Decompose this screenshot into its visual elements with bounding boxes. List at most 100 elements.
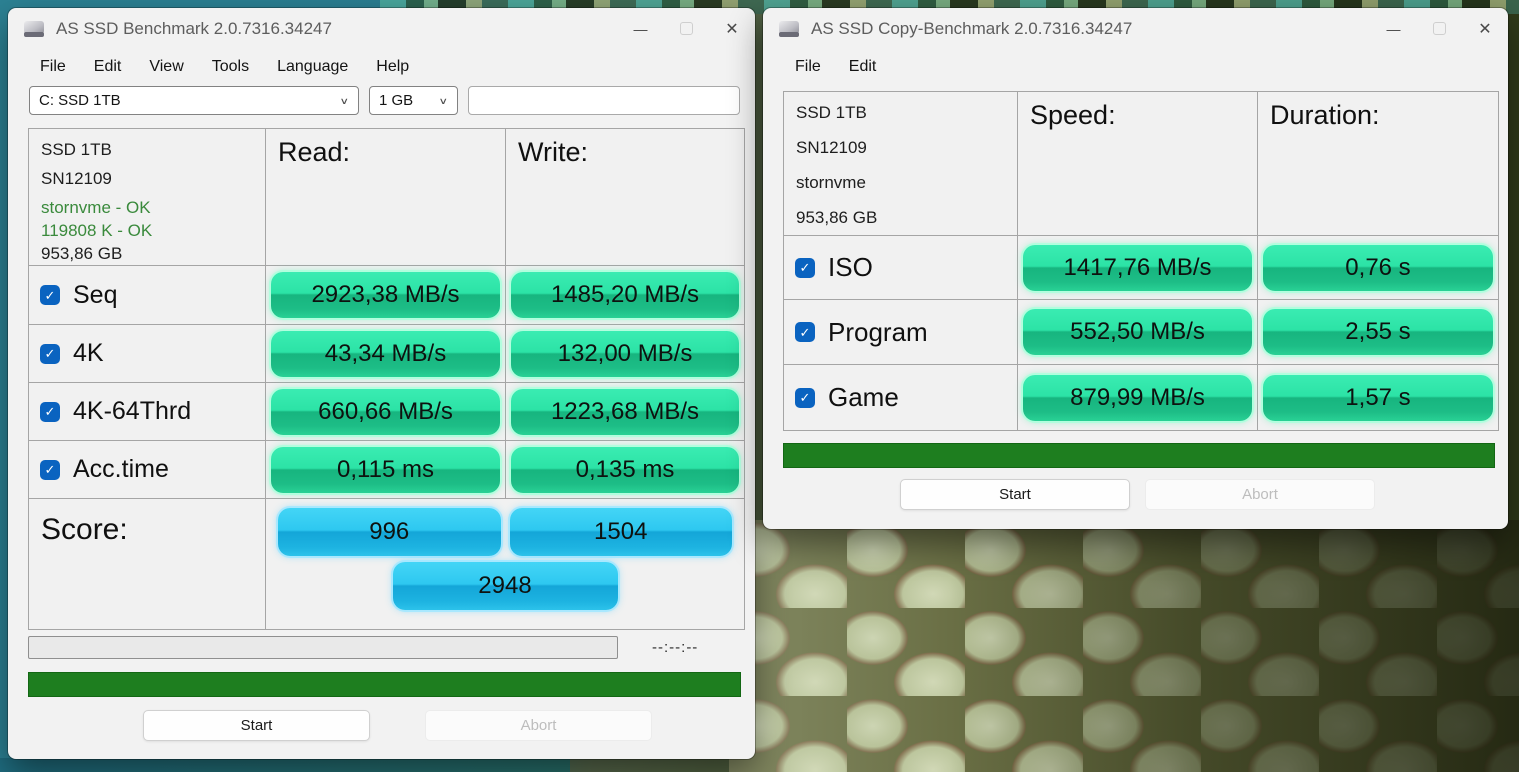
window-title: AS SSD Benchmark 2.0.7316.34247: [56, 19, 332, 39]
row-program-label-cell: ✓ Program: [784, 300, 1017, 364]
acctime-checkbox[interactable]: ✓: [40, 460, 60, 480]
row-4k-label-cell: ✓ 4K: [29, 325, 265, 382]
menubar: File Edit: [763, 49, 1508, 84]
score-total-value: 2948: [393, 562, 618, 610]
program-speed-cell: 552,50 MB/s: [1018, 300, 1257, 364]
iso-checkbox[interactable]: ✓: [795, 258, 815, 278]
drive-capacity: 953,86 GB: [796, 208, 1005, 228]
4k-read-cell: 43,34 MB/s: [266, 325, 505, 382]
score-read-value: 996: [278, 508, 501, 556]
row-label: Acc.time: [73, 455, 169, 484]
chevron-down-icon: ∨: [438, 95, 448, 106]
row-label: ISO: [828, 252, 873, 283]
checkmark-icon: ✓: [45, 463, 56, 476]
window-title: AS SSD Copy-Benchmark 2.0.7316.34247: [811, 19, 1132, 39]
row-label: Program: [828, 317, 928, 348]
checkmark-icon: ✓: [45, 405, 56, 418]
acctime-write-value: 0,135 ms: [511, 447, 739, 493]
copy-benchmark-results-table: SSD 1TB SN12109 stornvme 953,86 GB Speed…: [783, 91, 1499, 431]
drive-model: SSD 1TB: [41, 140, 253, 160]
iso-duration-cell: 0,76 s: [1258, 236, 1498, 299]
row-game-label-cell: ✓ Game: [784, 365, 1017, 430]
drive-select-value: C: SSD 1TB: [39, 92, 121, 109]
checkmark-icon: ✓: [45, 347, 56, 360]
program-duration-value: 2,55 s: [1263, 309, 1493, 355]
acctime-read-value: 0,115 ms: [271, 447, 500, 493]
game-speed-cell: 879,99 MB/s: [1018, 365, 1257, 430]
driver-status: stornvme - OK: [41, 198, 253, 218]
4k-write-value: 132,00 MB/s: [511, 331, 739, 377]
elapsed-time-label: --:--:--: [652, 639, 698, 656]
menu-edit[interactable]: Edit: [80, 54, 136, 80]
titlebar[interactable]: AS SSD Copy-Benchmark 2.0.7316.34247 — ✕: [763, 8, 1508, 49]
checkmark-icon: ✓: [800, 326, 811, 339]
start-button[interactable]: Start: [143, 710, 370, 741]
menu-file[interactable]: File: [26, 54, 80, 80]
test-size-select[interactable]: 1 GB ∨: [369, 86, 458, 115]
turtle-skin-scales: [729, 520, 1519, 772]
titlebar[interactable]: AS SSD Benchmark 2.0.7316.34247 — ✕: [8, 8, 755, 49]
4k-read-value: 43,34 MB/s: [271, 331, 500, 377]
row-acctime-label-cell: ✓ Acc.time: [29, 441, 265, 498]
game-speed-value: 879,99 MB/s: [1023, 375, 1252, 421]
abort-button[interactable]: Abort: [425, 710, 652, 741]
speed-column-header: Speed:: [1018, 92, 1257, 235]
close-button[interactable]: ✕: [709, 8, 755, 49]
seq-read-cell: 2923,38 MB/s: [266, 266, 505, 324]
test-progress-bar: [28, 636, 618, 659]
game-duration-value: 1,57 s: [1263, 375, 1493, 421]
iso-speed-cell: 1417,76 MB/s: [1018, 236, 1257, 299]
drive-select[interactable]: C: SSD 1TB ∨: [29, 86, 359, 115]
abort-button[interactable]: Abort: [1145, 479, 1375, 510]
maximize-button[interactable]: [663, 8, 709, 49]
program-checkbox[interactable]: ✓: [795, 322, 815, 342]
row-seq-label-cell: ✓ Seq: [29, 266, 265, 324]
benchmark-results-table: SSD 1TB SN12109 stornvme - OK 119808 K -…: [28, 128, 745, 630]
menu-file[interactable]: File: [781, 54, 835, 80]
overall-progress-bar: [28, 672, 741, 697]
maximize-icon: [680, 22, 693, 35]
drive-driver: stornvme: [796, 173, 1005, 193]
row-label: 4K-64Thrd: [73, 397, 191, 426]
iso-speed-value: 1417,76 MB/s: [1023, 245, 1252, 291]
chevron-down-icon: ∨: [339, 95, 349, 106]
write-column-header: Write:: [506, 129, 744, 265]
menubar: File Edit View Tools Language Help: [8, 49, 755, 84]
menu-tools[interactable]: Tools: [198, 54, 263, 80]
score-values-cell: 996 1504 2948: [266, 499, 744, 629]
seq-write-value: 1485,20 MB/s: [511, 272, 739, 318]
maximize-button[interactable]: [1416, 8, 1462, 49]
menu-view[interactable]: View: [135, 54, 197, 80]
4k64-write-cell: 1223,68 MB/s: [506, 383, 744, 440]
row-label: 4K: [73, 339, 104, 368]
drive-model: SSD 1TB: [796, 103, 1005, 123]
menu-language[interactable]: Language: [263, 54, 362, 80]
program-duration-cell: 2,55 s: [1258, 300, 1498, 364]
game-duration-cell: 1,57 s: [1258, 365, 1498, 430]
4k64-write-value: 1223,68 MB/s: [511, 389, 739, 435]
seq-write-cell: 1485,20 MB/s: [506, 266, 744, 324]
test-size-value: 1 GB: [379, 92, 413, 109]
checkmark-icon: ✓: [800, 261, 811, 274]
row-label: Game: [828, 382, 899, 413]
4k-checkbox[interactable]: ✓: [40, 344, 60, 364]
menu-edit[interactable]: Edit: [835, 54, 891, 80]
score-write-value: 1504: [510, 508, 733, 556]
close-button[interactable]: ✕: [1462, 8, 1508, 49]
score-label: Score:: [29, 499, 265, 629]
drive-info-cell: SSD 1TB SN12109 stornvme 953,86 GB: [784, 92, 1017, 235]
info-field[interactable]: [468, 86, 740, 115]
read-column-header: Read:: [266, 129, 505, 265]
maximize-icon: [1433, 22, 1446, 35]
seq-checkbox[interactable]: ✓: [40, 285, 60, 305]
start-button[interactable]: Start: [900, 479, 1130, 510]
minimize-button[interactable]: —: [1370, 8, 1416, 49]
hard-drive-app-icon: [778, 19, 800, 39]
minimize-button[interactable]: —: [617, 8, 663, 49]
drive-serial: SN12109: [41, 169, 253, 189]
4k64-checkbox[interactable]: ✓: [40, 402, 60, 422]
game-checkbox[interactable]: ✓: [795, 388, 815, 408]
menu-help[interactable]: Help: [362, 54, 423, 80]
hard-drive-app-icon: [23, 19, 45, 39]
as-ssd-copy-benchmark-window: AS SSD Copy-Benchmark 2.0.7316.34247 — ✕…: [763, 8, 1508, 529]
